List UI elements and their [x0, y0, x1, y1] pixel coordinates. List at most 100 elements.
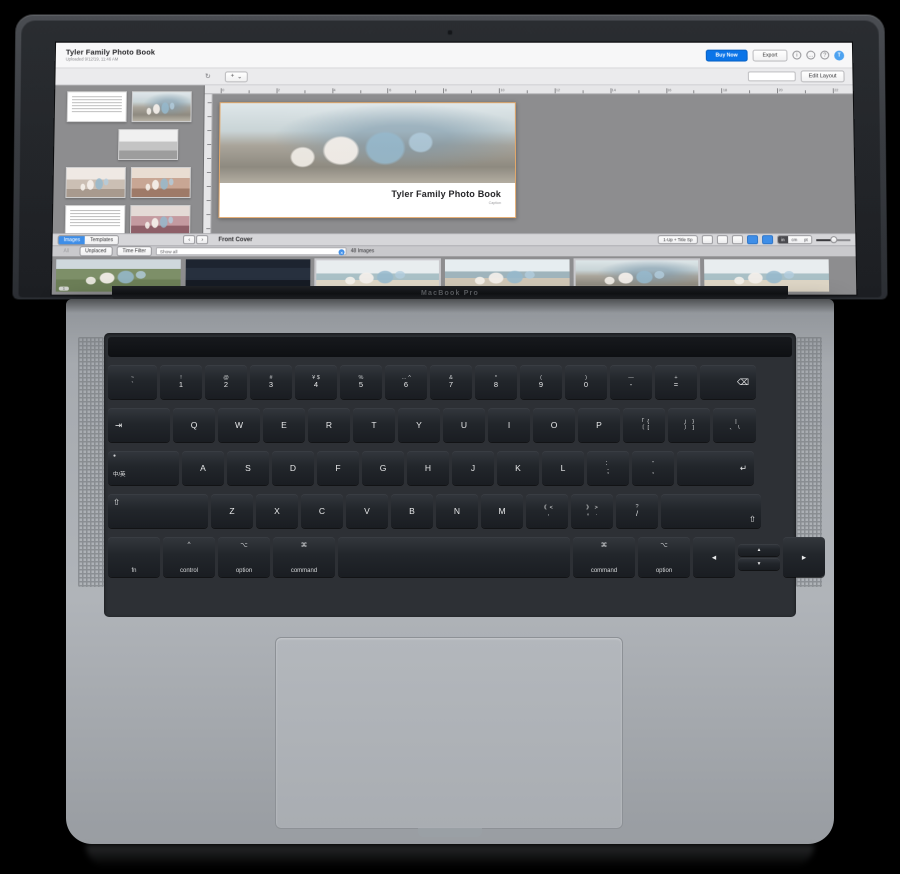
key-minus[interactable]: — -: [610, 365, 652, 399]
key-command-right[interactable]: ⌘ command: [573, 537, 635, 577]
key-l[interactable]: L: [542, 451, 584, 485]
clear-icon[interactable]: ✕: [338, 249, 345, 256]
key-arrow-right[interactable]: ▸: [783, 537, 825, 577]
key-q[interactable]: Q: [173, 408, 215, 442]
touch-bar[interactable]: [108, 337, 792, 357]
two-page-spread-icon[interactable]: [716, 235, 728, 245]
unit-in[interactable]: in: [777, 236, 789, 244]
panel-tabs[interactable]: Images Templates: [57, 234, 120, 245]
cover-photo[interactable]: [219, 103, 516, 186]
time-filter-button[interactable]: Time Filter: [116, 246, 153, 257]
key-backslash[interactable]: |、 \: [713, 408, 756, 442]
key-y[interactable]: Y: [398, 408, 440, 442]
key-d[interactable]: D: [272, 451, 314, 485]
cover-text-block[interactable]: Tyler Family Photo Book Caption: [219, 183, 516, 218]
key-1[interactable]: ! 1: [160, 365, 202, 399]
filter-search-input[interactable]: Show all ✕: [155, 247, 347, 256]
fit-page-icon[interactable]: [701, 235, 713, 245]
key-f[interactable]: F: [317, 451, 359, 485]
key-e[interactable]: E: [263, 408, 305, 442]
key-command-left[interactable]: ⌘ command: [273, 537, 335, 577]
key-c[interactable]: C: [301, 494, 343, 528]
key-t[interactable]: T: [353, 408, 395, 442]
key-n[interactable]: N: [436, 494, 478, 528]
keyboard[interactable]: ~ `! 1 @2 #3 ¥ $4% 5… ^ 6 & 7 * 8(9) 0— - + = ⌫ ⇥ Q W E R T Y U I…: [104, 333, 825, 617]
key-a[interactable]: A: [182, 451, 224, 485]
key-z[interactable]: Z: [211, 494, 253, 528]
key-arrow-updown[interactable]: ▴ ▾: [738, 537, 780, 577]
key-arrow-down[interactable]: ▾: [738, 557, 780, 571]
key-x[interactable]: X: [256, 494, 298, 528]
key-m[interactable]: M: [481, 494, 523, 528]
cover-caption[interactable]: Caption: [489, 201, 501, 205]
key-k[interactable]: K: [497, 451, 539, 485]
trackpad[interactable]: [275, 637, 623, 829]
key-arrow-up[interactable]: ▴: [738, 543, 780, 557]
key-u[interactable]: U: [443, 408, 485, 442]
key-option-right[interactable]: ⌥ option: [638, 537, 690, 577]
tab-images[interactable]: Images: [58, 235, 86, 244]
key-semicolon[interactable]: ：;: [587, 451, 629, 485]
page-canvas[interactable]: Tyler Family Photo Book Caption: [218, 102, 517, 219]
key-control[interactable]: ^ control: [163, 537, 215, 577]
cover-title[interactable]: Tyler Family Photo Book: [391, 189, 501, 199]
prev-page-button[interactable]: ‹: [183, 235, 196, 245]
key-backtick[interactable]: ~ `: [108, 365, 157, 399]
key-equal[interactable]: + =: [655, 365, 697, 399]
page-thumb-5[interactable]: 5: [129, 205, 191, 234]
key-o[interactable]: O: [533, 408, 575, 442]
key-5[interactable]: % 5: [340, 365, 382, 399]
key-g[interactable]: G: [362, 451, 404, 485]
key-8[interactable]: * 8: [475, 365, 517, 399]
key-0[interactable]: ) 0: [565, 365, 607, 399]
unit-pt[interactable]: pt: [800, 236, 812, 244]
edit-layout-button[interactable]: Edit Layout: [800, 70, 845, 83]
page-thumb-2[interactable]: 2: [65, 166, 126, 199]
page-thumb-3[interactable]: 3: [130, 166, 191, 199]
safe-area-icon[interactable]: [761, 235, 773, 245]
zoom-slider[interactable]: [816, 235, 851, 244]
next-page-button[interactable]: ›: [196, 235, 209, 245]
key-4[interactable]: ¥ $4: [295, 365, 337, 399]
key-b[interactable]: B: [391, 494, 433, 528]
layout-select[interactable]: 1-Up + Title Sp: [658, 235, 698, 245]
key-7[interactable]: & 7: [430, 365, 472, 399]
key-arrow-left[interactable]: ◂: [693, 537, 735, 577]
help-icon[interactable]: ?: [820, 50, 830, 60]
key-h[interactable]: H: [407, 451, 449, 485]
key-s[interactable]: S: [227, 451, 269, 485]
key-9[interactable]: (9: [520, 365, 562, 399]
key-bracket-left[interactable]: 「{〔[: [623, 408, 665, 442]
add-page-button[interactable]: + ⌄: [224, 70, 249, 82]
zoom-slider-knob[interactable]: [830, 236, 838, 244]
filter-all-button[interactable]: All: [57, 246, 76, 257]
guides-icon[interactable]: [746, 235, 758, 245]
export-button[interactable]: Export: [752, 49, 788, 62]
key-quote[interactable]: ”,: [632, 451, 674, 485]
unit-cm[interactable]: cm: [788, 236, 801, 244]
refresh-icon[interactable]: ↻: [205, 72, 211, 80]
search-input[interactable]: [747, 71, 796, 82]
key-space[interactable]: [338, 537, 570, 577]
key-6[interactable]: … ^ 6: [385, 365, 427, 399]
key-i[interactable]: I: [488, 408, 530, 442]
key-comma[interactable]: 《 <,: [526, 494, 568, 528]
key-slash[interactable]: ? /: [616, 494, 658, 528]
unit-selector[interactable]: in cm pt: [776, 235, 813, 245]
key-option-left[interactable]: ⌥ option: [218, 537, 270, 577]
page-thumb-1[interactable]: 1: [118, 129, 179, 161]
key-shift-left[interactable]: ⇧: [108, 494, 208, 528]
avatar[interactable]: T: [834, 50, 845, 61]
key-caps-lock[interactable]: ● 中/英: [108, 451, 179, 485]
key-delete[interactable]: ⌫: [700, 365, 756, 399]
page-thumb-fc[interactable]: FC: [131, 91, 192, 123]
key-w[interactable]: W: [218, 408, 260, 442]
key-period[interactable]: 》 >。.: [571, 494, 613, 528]
key-shift-right[interactable]: ⇧: [661, 494, 761, 528]
key-v[interactable]: V: [346, 494, 388, 528]
key-return[interactable]: ↵: [677, 451, 754, 485]
key-j[interactable]: J: [452, 451, 494, 485]
tab-templates[interactable]: Templates: [85, 235, 119, 244]
key-2[interactable]: @2: [205, 365, 247, 399]
key-p[interactable]: P: [578, 408, 620, 442]
